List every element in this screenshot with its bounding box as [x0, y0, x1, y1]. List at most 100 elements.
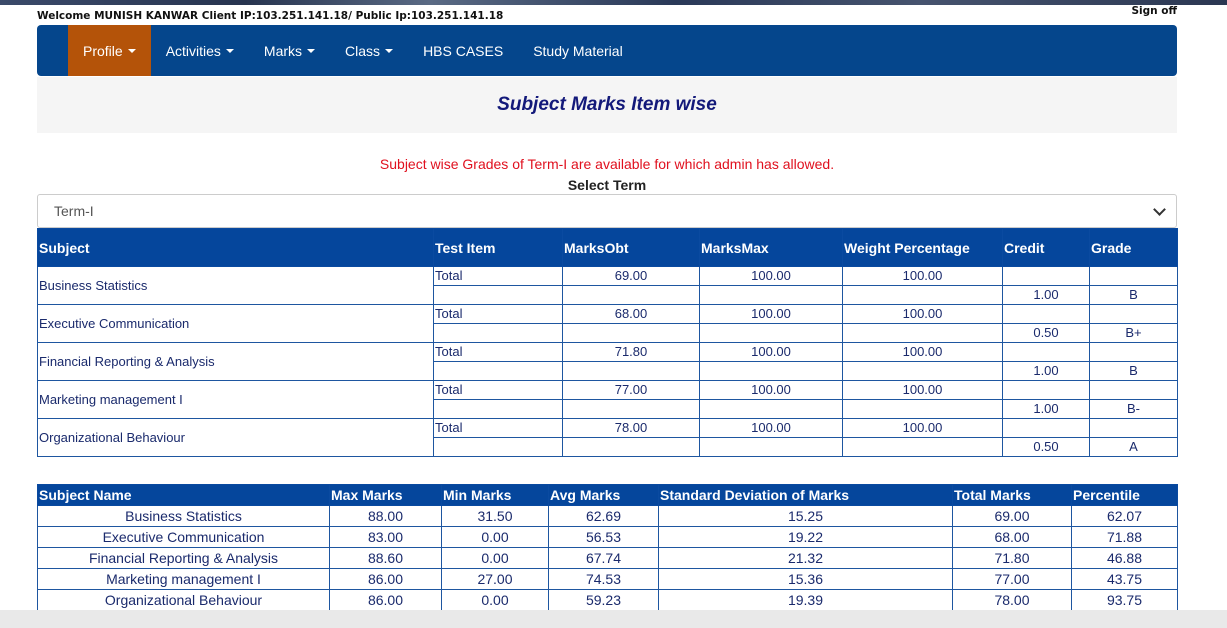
term-select[interactable]: Term-I [37, 194, 1177, 228]
credit: 1.00 [1002, 285, 1090, 305]
subject-statistics-table: Subject Name Max Marks Min Marks Avg Mar… [37, 484, 1178, 611]
grade-availability-notice: Subject wise Grades of Term-I are availa… [379, 156, 835, 172]
col-header-total-marks: Total Marks [952, 484, 1072, 506]
empty-cell [562, 323, 700, 343]
credit-empty [1002, 304, 1090, 324]
subject-name: Organizational Behaviour [37, 589, 330, 611]
percentile: 43.75 [1071, 568, 1178, 590]
nav-study-material[interactable]: Study Material [518, 25, 637, 76]
marks-obt: 69.00 [562, 266, 700, 286]
col-header-min-marks: Min Marks [441, 484, 549, 506]
col-header-percentile: Percentile [1071, 484, 1178, 506]
avg-marks: 74.53 [548, 568, 659, 590]
subject-marks-table: Subject Test Item MarksObt MarksMax Weig… [37, 228, 1178, 457]
max-marks: 86.00 [329, 568, 442, 590]
subject-name: Business Statistics [37, 266, 434, 305]
percentile: 93.75 [1071, 589, 1178, 611]
empty-cell [842, 323, 1003, 343]
test-item: Total [433, 342, 563, 362]
stats-table-header-row: Subject Name Max Marks Min Marks Avg Mar… [37, 484, 1178, 506]
nav-hbs-cases-label: HBS CASES [423, 42, 504, 59]
std-dev: 19.22 [658, 526, 953, 548]
percentile: 71.88 [1071, 526, 1178, 548]
table-row: Executive Communication 83.00 0.00 56.53… [37, 526, 1178, 548]
nav-marks[interactable]: Marks [249, 25, 330, 76]
credit-empty [1002, 380, 1090, 400]
nav-hbs-cases[interactable]: HBS CASES [408, 25, 518, 76]
marks-obt: 78.00 [562, 418, 700, 438]
caret-down-icon [385, 48, 394, 53]
subject-name: Business Statistics [37, 505, 330, 527]
marks-max: 100.00 [699, 418, 843, 438]
table-row: Executive Communication Total 68.00 100.… [37, 304, 1178, 343]
subject-name: Marketing management I [37, 568, 330, 590]
empty-cell [562, 437, 700, 457]
caret-down-icon [307, 48, 316, 53]
std-dev: 19.39 [658, 589, 953, 611]
empty-cell [842, 437, 1003, 457]
col-header-credit: Credit [1002, 228, 1090, 267]
total-marks: 71.80 [952, 547, 1072, 569]
weight-percentage: 100.00 [842, 266, 1003, 286]
credit: 1.00 [1002, 361, 1090, 381]
grade-empty [1089, 266, 1178, 286]
total-marks: 77.00 [952, 568, 1072, 590]
subject-name: Financial Reporting & Analysis [37, 547, 330, 569]
empty-cell [842, 361, 1003, 381]
empty-cell [433, 361, 563, 381]
max-marks: 83.00 [329, 526, 442, 548]
nav-class-label: Class [345, 42, 381, 59]
min-marks: 27.00 [441, 568, 549, 590]
welcome-message: Welcome MUNISH KANWAR Client IP:103.251.… [37, 10, 504, 22]
subject-name: Organizational Behaviour [37, 418, 434, 457]
credit-empty [1002, 266, 1090, 286]
nav-profile[interactable]: Profile [68, 25, 151, 76]
marks-max: 100.00 [699, 304, 843, 324]
empty-cell [433, 323, 563, 343]
marks-obt: 77.00 [562, 380, 700, 400]
empty-cell [699, 399, 843, 419]
grade-empty [1089, 380, 1178, 400]
empty-cell [699, 323, 843, 343]
std-dev: 15.25 [658, 505, 953, 527]
col-header-subject-name: Subject Name [37, 484, 330, 506]
grade: B- [1089, 399, 1178, 419]
empty-cell [699, 437, 843, 457]
table-row: Business Statistics 88.00 31.50 62.69 15… [37, 505, 1178, 527]
test-item: Total [433, 418, 563, 438]
credit-empty [1002, 342, 1090, 362]
nav-profile-label: Profile [83, 42, 123, 59]
marks-table-header-row: Subject Test Item MarksObt MarksMax Weig… [37, 228, 1178, 267]
page-title-panel: Subject Marks Item wise [37, 77, 1177, 133]
bottom-scroll-area [0, 610, 1227, 628]
main-navbar: Profile Activities Marks Class HBS CASES… [37, 25, 1177, 76]
chevron-down-icon [1153, 203, 1166, 216]
nav-study-material-label: Study Material [533, 42, 623, 59]
subject-name: Financial Reporting & Analysis [37, 342, 434, 381]
test-item: Total [433, 304, 563, 324]
header-banner-strip [0, 0, 1227, 5]
min-marks: 31.50 [441, 505, 549, 527]
table-row: Financial Reporting & Analysis 88.60 0.0… [37, 547, 1178, 569]
credit-empty [1002, 418, 1090, 438]
grade: B [1089, 285, 1178, 305]
total-marks: 68.00 [952, 526, 1072, 548]
col-header-std-dev: Standard Deviation of Marks [658, 484, 953, 506]
nav-class[interactable]: Class [330, 25, 408, 76]
col-header-weight-percentage: Weight Percentage [842, 228, 1003, 267]
credit: 0.50 [1002, 323, 1090, 343]
sign-off-link[interactable]: Sign off [1131, 5, 1177, 17]
total-marks: 69.00 [952, 505, 1072, 527]
col-header-test-item: Test Item [433, 228, 563, 267]
table-row: Organizational Behaviour Total 78.00 100… [37, 418, 1178, 457]
marks-max: 100.00 [699, 266, 843, 286]
table-row: Marketing management I 86.00 27.00 74.53… [37, 568, 1178, 590]
nav-activities[interactable]: Activities [151, 25, 249, 76]
caret-down-icon [127, 48, 136, 53]
page-title: Subject Marks Item wise [497, 94, 717, 115]
grade: B+ [1089, 323, 1178, 343]
grade: A [1089, 437, 1178, 457]
credit: 1.00 [1002, 399, 1090, 419]
col-header-marks-obt: MarksObt [562, 228, 700, 267]
grade: B [1089, 361, 1178, 381]
